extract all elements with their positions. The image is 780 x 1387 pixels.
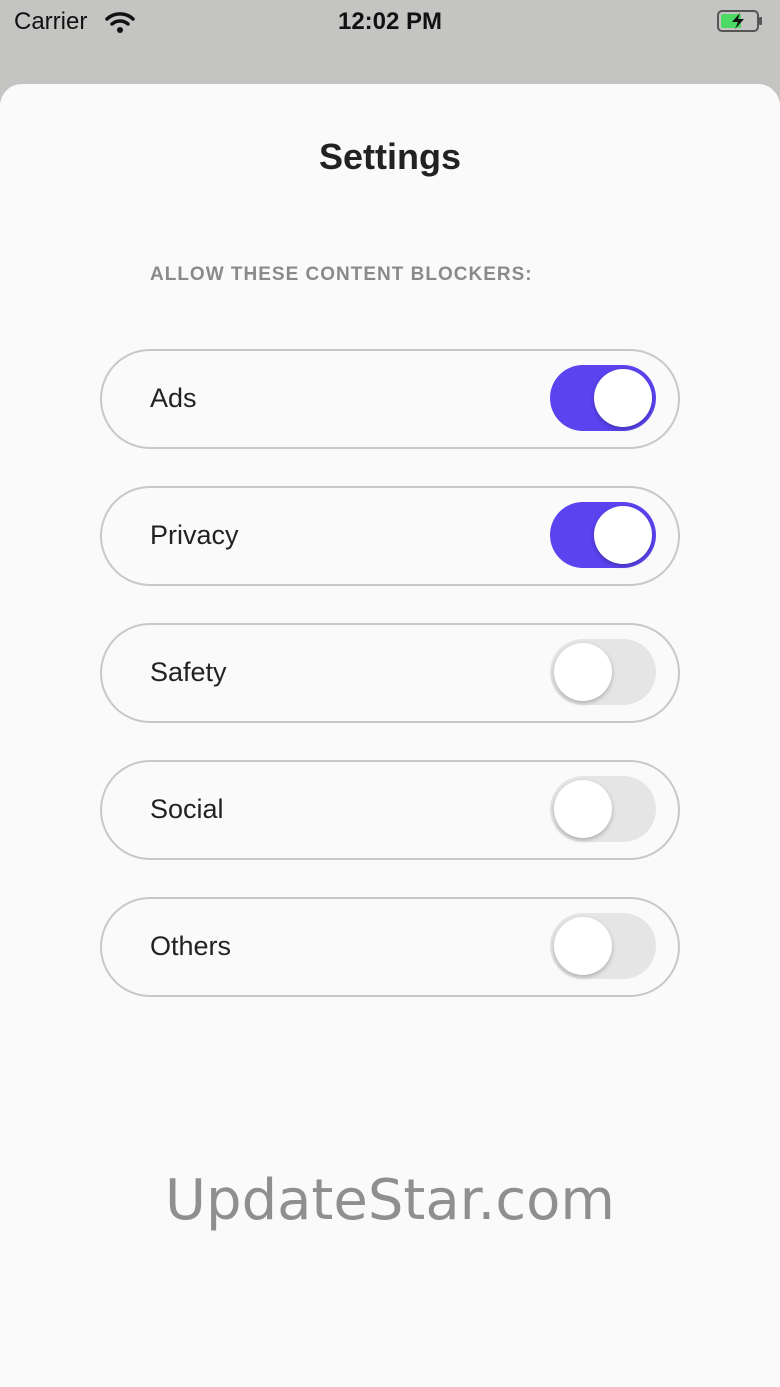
privacy-toggle[interactable] xyxy=(550,502,656,568)
content-blocker-list: Ads Privacy Safety Social Others xyxy=(100,349,680,1034)
safety-toggle[interactable] xyxy=(550,639,656,705)
others-toggle[interactable] xyxy=(550,913,656,979)
section-header: ALLOW THESE CONTENT BLOCKERS: xyxy=(150,264,533,285)
toggle-knob xyxy=(554,780,612,838)
blocker-label-others: Others xyxy=(150,931,232,961)
page-title: Settings xyxy=(318,136,461,177)
toggle-knob xyxy=(594,369,652,427)
toggle-knob xyxy=(554,917,612,975)
status-time: 12:02 PM xyxy=(337,8,443,35)
blocker-row-ads: Ads xyxy=(100,349,680,449)
status-bar: Carrier 12:02 PM xyxy=(0,0,780,44)
blocker-row-privacy: Privacy xyxy=(100,486,680,586)
blocker-row-safety: Safety xyxy=(100,623,680,723)
ads-toggle[interactable] xyxy=(550,365,656,431)
toggle-knob xyxy=(554,643,612,701)
watermark: UpdateStar.com xyxy=(165,1168,615,1233)
blocker-label-privacy: Privacy xyxy=(150,520,239,550)
blocker-label-safety: Safety xyxy=(150,657,227,687)
social-toggle[interactable] xyxy=(550,776,656,842)
blocker-label-social: Social xyxy=(150,794,224,824)
battery-charging-icon xyxy=(716,8,766,39)
toggle-knob xyxy=(594,506,652,564)
blocker-row-social: Social xyxy=(100,760,680,860)
blocker-row-others: Others xyxy=(100,897,680,997)
blocker-label-ads: Ads xyxy=(150,383,197,413)
